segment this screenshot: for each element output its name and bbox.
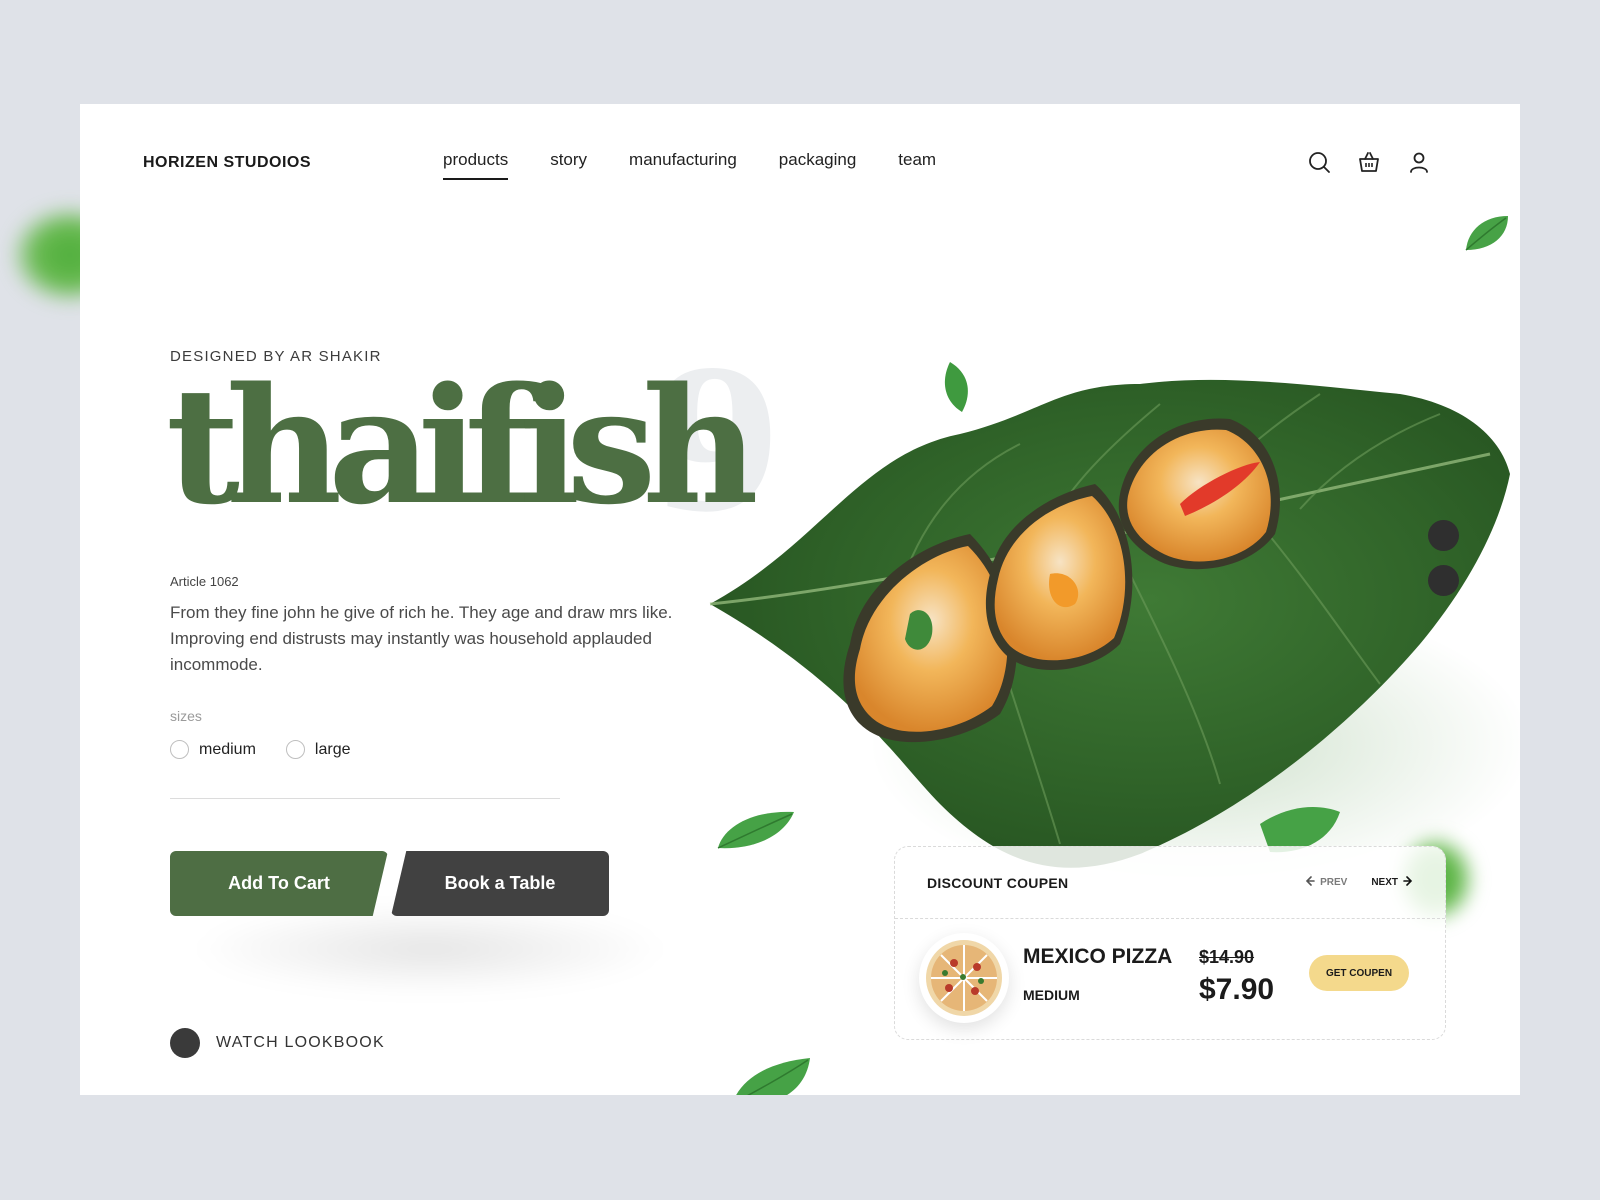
leaf-decoration <box>717 811 794 849</box>
play-dot-icon <box>170 1028 200 1058</box>
divider <box>170 798 560 799</box>
coupon-item-name: MEXICO PIZZA <box>1023 945 1173 968</box>
slider-dot[interactable] <box>1428 520 1459 551</box>
food-image <box>709 362 1520 894</box>
watch-lookbook-link[interactable]: WATCH LOOKBOOK <box>170 1028 385 1058</box>
nav-team[interactable]: team <box>898 150 936 180</box>
leaf-decoration <box>1465 216 1508 251</box>
size-option-medium[interactable]: medium <box>170 740 256 759</box>
product-description: From they fine john he give of rich he. … <box>170 603 673 674</box>
discount-coupon-card: DISCOUNT COUPEN PREV NEXT MEXICO PIZZA M… <box>894 846 1446 1040</box>
nav-products[interactable]: products <box>443 150 509 180</box>
search-icon[interactable] <box>1307 150 1331 174</box>
main-nav: products story manufacturing packaging t… <box>443 150 936 180</box>
size-label-large: large <box>314 740 351 758</box>
prev-label: PREV <box>1320 877 1348 888</box>
brand-logo[interactable]: HORIZEN STUDOIOS <box>143 154 311 172</box>
new-price: $7.90 <box>1199 973 1275 1006</box>
coupon-title: DISCOUNT COUPEN <box>927 874 1069 891</box>
nav-manufacturing[interactable]: manufacturing <box>629 150 737 180</box>
user-icon[interactable] <box>1407 150 1431 174</box>
chevron-right-icon <box>1403 876 1413 889</box>
radio-circle[interactable] <box>285 740 305 759</box>
prev-button[interactable]: PREV <box>1305 876 1347 889</box>
next-label: NEXT <box>1371 877 1398 888</box>
coupon-item-size: MEDIUM <box>1023 987 1080 1003</box>
size-option-large[interactable]: large <box>285 740 351 759</box>
nav-packaging[interactable]: packaging <box>779 150 857 180</box>
size-label-medium: medium <box>199 740 256 758</box>
radio-circle[interactable] <box>170 740 189 759</box>
button-shadow <box>190 904 670 994</box>
book-table-button[interactable]: Book a Table <box>391 851 609 916</box>
header-actions <box>1307 150 1431 174</box>
nav-story[interactable]: story <box>550 150 587 180</box>
size-options: medium large <box>170 740 350 759</box>
pizza-image <box>919 933 1009 1023</box>
next-button[interactable]: NEXT <box>1371 876 1413 889</box>
landing-card: HORIZEN STUDOIOS products story manufact… <box>80 104 1520 1095</box>
watch-lookbook-label: WATCH LOOKBOOK <box>216 1034 385 1051</box>
hero-title: thaifish <box>166 352 759 540</box>
get-coupon-button[interactable]: GET COUPEN <box>1309 955 1409 991</box>
coupon-header: DISCOUNT COUPEN PREV NEXT <box>895 847 1445 919</box>
add-to-cart-button[interactable]: Add To Cart <box>170 851 388 916</box>
leaf-decoration <box>736 1058 810 1095</box>
chevron-left-icon <box>1305 876 1315 889</box>
basket-icon[interactable] <box>1357 150 1381 174</box>
coupon-pager: PREV NEXT <box>1305 876 1413 889</box>
old-price: $14.90 <box>1199 947 1255 967</box>
article-number: Article 1062 <box>170 574 239 589</box>
coupon-body: MEXICO PIZZA MEDIUM $14.90 $7.90 GET COU… <box>895 919 1445 1039</box>
slider-dot[interactable] <box>1428 565 1459 596</box>
sizes-label: sizes <box>170 708 202 724</box>
slider-dots <box>1428 520 1459 596</box>
